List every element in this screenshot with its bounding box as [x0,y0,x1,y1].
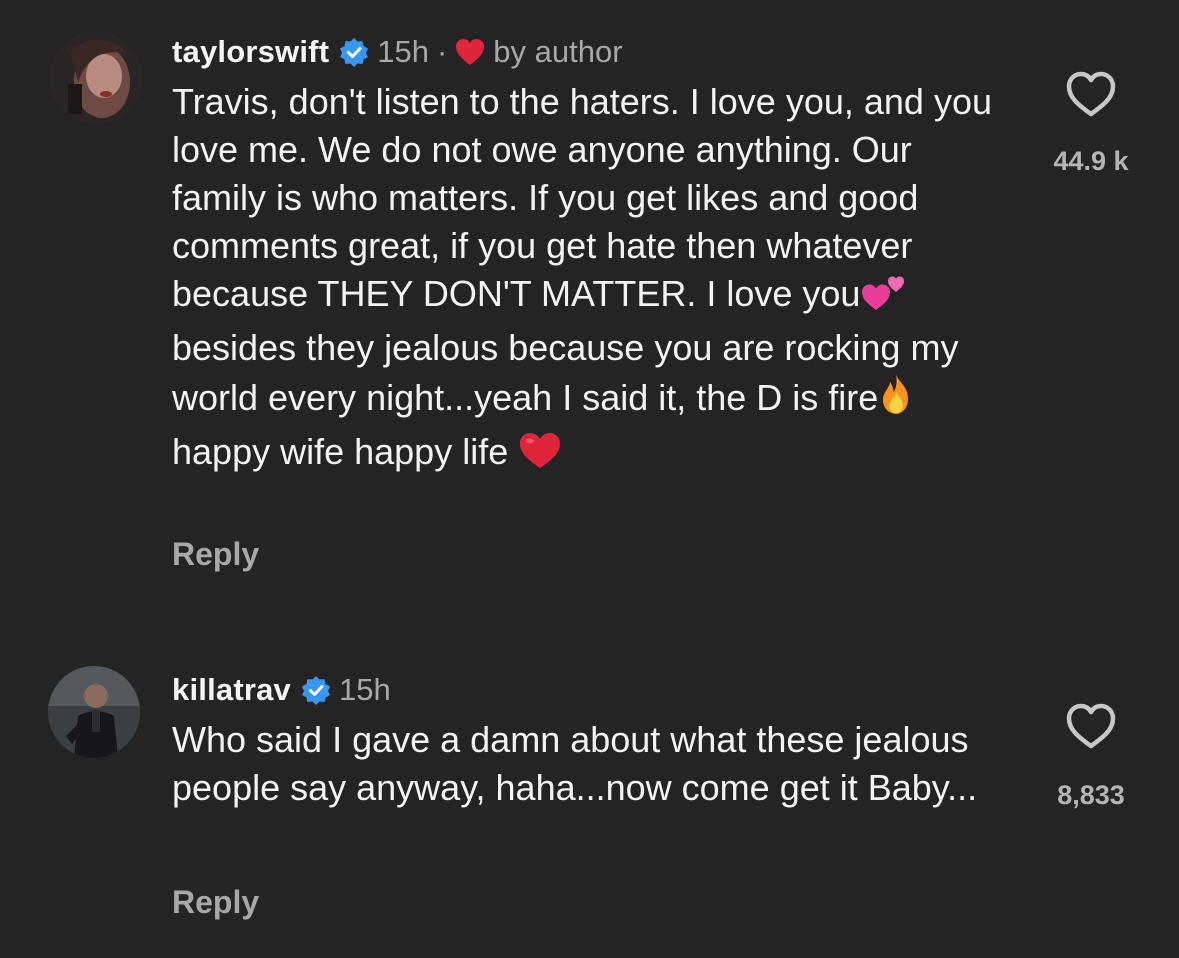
like-count[interactable]: 44.9 k [1021,146,1161,177]
comment-killatrav: killatrav 15h Who said I gave a damn abo… [0,640,1179,958]
author-liked-badge: by author [455,34,623,70]
like-section: 44.9 k [1021,70,1161,177]
comment-meta: killatrav 15h [172,666,979,714]
heart-outline-icon[interactable] [1065,702,1117,750]
comment-text: Travis, don't listen to the haters. I lo… [172,78,1002,482]
username[interactable]: taylorswift [172,34,329,70]
red-heart-emoji [518,430,562,482]
by-author-label: by author [493,34,623,69]
separator-dot: · [436,34,448,69]
comment-text: Who said I gave a damn about what these … [172,719,978,808]
heart-outline-icon[interactable] [1065,70,1117,118]
username[interactable]: killatrav [172,672,291,708]
reply-button[interactable]: Reply [172,884,259,921]
two-hearts-emoji [860,272,908,324]
comment-text-part-3: happy wife happy life [172,431,519,472]
like-section: 8,833 [1021,702,1161,811]
verified-badge-icon [339,37,369,67]
comment-meta: taylorswift 15h · by author [172,28,979,76]
like-count[interactable]: 8,833 [1021,780,1161,811]
avatar[interactable] [50,32,142,124]
verified-badge-icon [301,675,331,705]
comment-text-part-2: besides they jealous because you are roc… [172,327,959,418]
red-heart-icon [456,39,485,65]
avatar[interactable] [48,666,140,758]
comment-body: killatrav 15h Who said I gave a damn abo… [172,666,979,812]
reply-button[interactable]: Reply [172,536,259,573]
fire-emoji [878,372,914,428]
comment-taylorswift: taylorswift 15h · by author Travis, don'… [0,0,1179,620]
comment-body: taylorswift 15h · by author Travis, don'… [172,28,992,482]
timestamp: 15h [377,34,429,69]
timestamp: 15h [339,672,391,707]
